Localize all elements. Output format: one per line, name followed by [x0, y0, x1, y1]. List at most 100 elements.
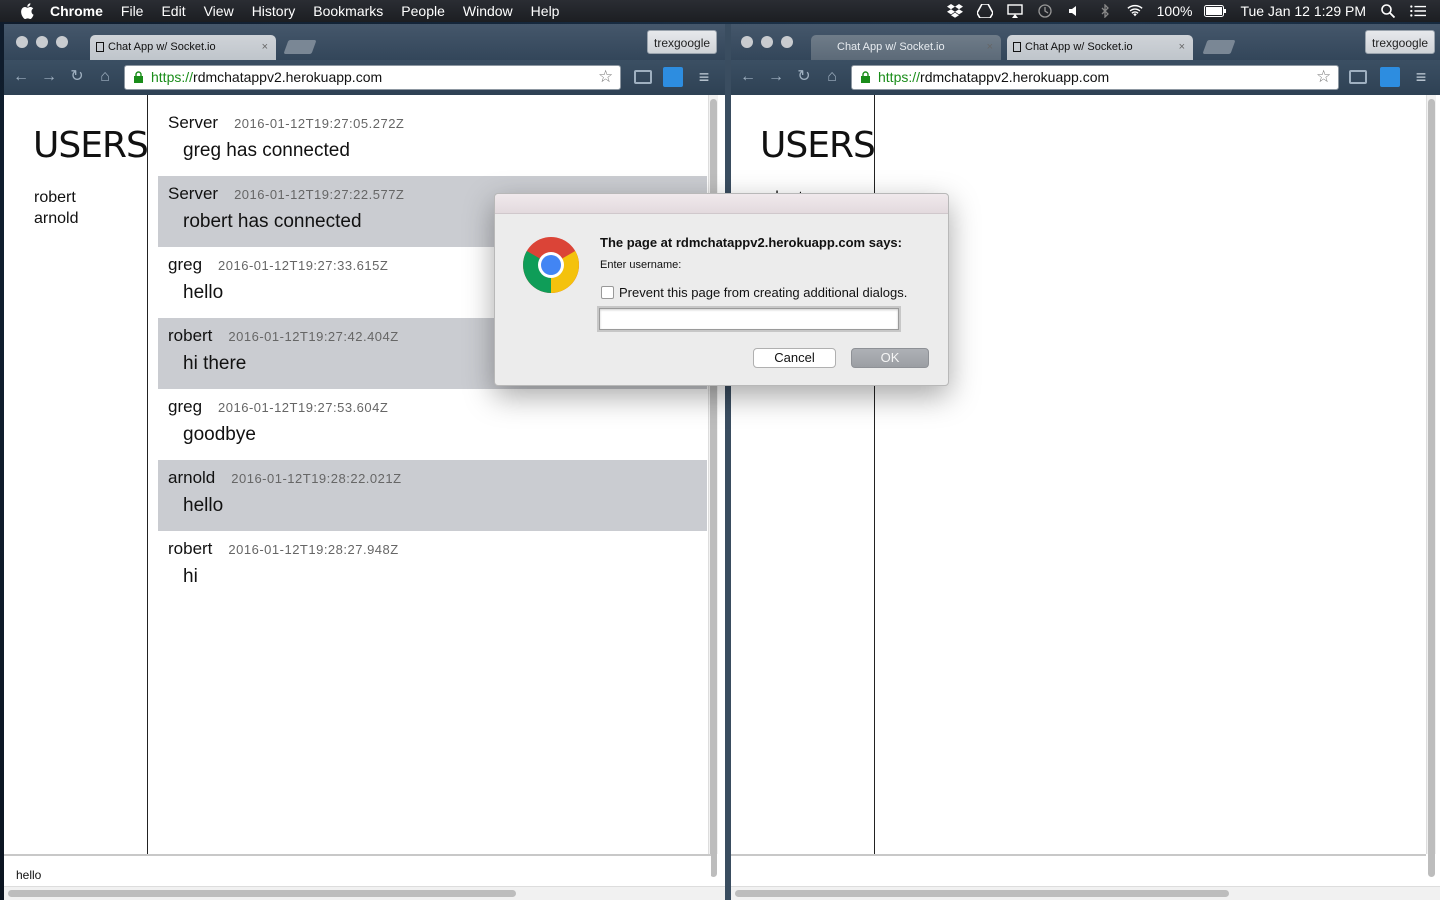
message-user: robert: [168, 326, 213, 345]
apple-icon[interactable]: [18, 2, 36, 20]
tab-chat-app[interactable]: Chat App w/ Socket.io ×: [1007, 35, 1193, 60]
address-bar[interactable]: https://rdmchatappv2.herokuapp.com ☆: [124, 65, 621, 90]
prompt-dialog: The page at rdmchatappv2.herokuapp.com s…: [494, 193, 949, 386]
tab-title: Chat App w/ Socket.io: [1025, 41, 1133, 53]
cancel-button[interactable]: Cancel: [753, 348, 836, 368]
message-text: hi: [183, 566, 198, 587]
chrome-menu-icon[interactable]: ≡: [1411, 67, 1431, 87]
message-timestamp: 2016-01-12T19:27:05.272Z: [234, 116, 405, 131]
back-arrow-icon[interactable]: ←: [739, 68, 757, 86]
message-timestamp: 2016-01-12T19:27:53.604Z: [218, 400, 389, 415]
username-input[interactable]: [597, 306, 901, 332]
menu-edit[interactable]: Edit: [161, 3, 185, 19]
ok-button[interactable]: OK: [851, 348, 929, 368]
message-item: robert 2016-01-12T19:28:27.948Z hi: [158, 531, 707, 602]
tab-strip: Chat App w/ Socket.io × trexgoogle: [4, 24, 725, 60]
message-user: arnold: [168, 468, 216, 487]
message-text: greg has connected: [183, 140, 350, 161]
message-user: Server: [168, 184, 219, 203]
forward-arrow-icon[interactable]: →: [767, 68, 785, 86]
browser-window-right: Chat App w/ Socket.io × Chat App w/ Sock…: [731, 24, 1440, 900]
bluetooth-icon[interactable]: [1097, 4, 1113, 18]
user-list-item: robert: [34, 189, 76, 206]
message-input[interactable]: hello: [4, 854, 711, 886]
menu-bar: Chrome File Edit View History Bookmarks …: [0, 0, 1440, 22]
google-drive-icon[interactable]: [976, 4, 993, 18]
new-tab-button[interactable]: [283, 40, 317, 54]
vertical-scrollbar[interactable]: [1426, 95, 1436, 877]
airplay-icon[interactable]: [1006, 4, 1023, 18]
menu-help[interactable]: Help: [531, 3, 560, 19]
tab-close-icon[interactable]: ×: [262, 35, 268, 60]
message-timestamp: 2016-01-12T19:27:22.577Z: [234, 187, 405, 202]
tab-chat-app[interactable]: Chat App w/ Socket.io ×: [90, 35, 276, 60]
profile-button[interactable]: trexgoogle: [1365, 30, 1436, 54]
horizontal-scrollbar[interactable]: [4, 886, 725, 900]
url-scheme: https://: [151, 69, 194, 85]
tab-title: Chat App w/ Socket.io: [108, 41, 216, 53]
menu-view[interactable]: View: [204, 3, 234, 19]
chrome-logo-icon: [523, 237, 579, 293]
message-user: Server: [168, 113, 219, 132]
zoom-window-button[interactable]: [781, 36, 793, 48]
user-list-item: arnold: [34, 210, 79, 227]
prevent-dialogs-checkbox[interactable]: [601, 286, 614, 299]
tab-close-icon[interactable]: ×: [987, 35, 993, 60]
forward-arrow-icon[interactable]: →: [40, 68, 58, 86]
menu-people[interactable]: People: [401, 3, 445, 19]
url-host: rdmchatappv2.herokuapp.com: [193, 69, 383, 85]
message-item: Server 2016-01-12T19:27:05.272Z greg has …: [158, 105, 707, 176]
menu-app-chrome[interactable]: Chrome: [50, 3, 103, 19]
dialog-titlebar: [495, 194, 948, 214]
zoom-window-button[interactable]: [56, 36, 68, 48]
horizontal-scrollbar[interactable]: [731, 886, 1440, 900]
message-timestamp: 2016-01-12T19:27:42.404Z: [228, 329, 399, 344]
users-heading: USERS: [33, 125, 149, 166]
bookmark-star-icon[interactable]: ☆: [1316, 68, 1334, 86]
dropbox-icon[interactable]: [946, 4, 963, 18]
new-tab-button[interactable]: [1202, 40, 1236, 54]
time-machine-icon[interactable]: [1037, 4, 1053, 18]
wifi-icon[interactable]: [1127, 4, 1143, 18]
tab-close-icon[interactable]: ×: [1179, 35, 1185, 60]
bookmark-star-icon[interactable]: ☆: [598, 68, 616, 86]
clock[interactable]: Tue Jan 12 1:29 PM: [1240, 3, 1366, 19]
profile-button[interactable]: trexgoogle: [647, 30, 718, 54]
menu-file[interactable]: File: [121, 3, 144, 19]
chrome-menu-icon[interactable]: ≡: [694, 67, 714, 87]
message-user: greg: [168, 397, 203, 416]
message-item: greg 2016-01-12T19:27:53.604Z goodbye: [158, 389, 707, 460]
menu-window[interactable]: Window: [463, 3, 513, 19]
spotlight-search-icon[interactable]: [1380, 4, 1396, 18]
extension-icon[interactable]: [1380, 67, 1400, 87]
url-scheme: https://: [878, 69, 921, 85]
home-icon[interactable]: ⌂: [823, 68, 841, 86]
minimize-window-button[interactable]: [761, 36, 773, 48]
back-arrow-icon[interactable]: ←: [12, 68, 30, 86]
message-text: goodbye: [183, 424, 256, 445]
browser-window-left: Chat App w/ Socket.io × trexgoogle ← → ↻…: [4, 24, 725, 900]
url-host: rdmchatappv2.herokuapp.com: [920, 69, 1110, 85]
close-window-button[interactable]: [741, 36, 753, 48]
reload-icon[interactable]: ↻: [68, 68, 86, 86]
prevent-dialogs-label[interactable]: Prevent this page from creating addition…: [619, 285, 907, 300]
message-input[interactable]: [731, 854, 1426, 886]
cast-icon[interactable]: [1349, 70, 1367, 84]
minimize-window-button[interactable]: [36, 36, 48, 48]
menu-history[interactable]: History: [252, 3, 296, 19]
address-bar[interactable]: https://rdmchatappv2.herokuapp.com ☆: [851, 65, 1339, 90]
notification-center-icon[interactable]: [1410, 4, 1426, 18]
cast-icon[interactable]: [634, 70, 652, 84]
tab-chat-app-inactive[interactable]: Chat App w/ Socket.io ×: [811, 35, 1001, 60]
close-window-button[interactable]: [16, 36, 28, 48]
menu-bookmarks[interactable]: Bookmarks: [313, 3, 383, 19]
lock-icon: [861, 71, 870, 83]
volume-icon[interactable]: [1067, 4, 1083, 18]
toolbar: ← → ↻ ⌂ https://rdmchatappv2.herokuapp.c…: [731, 60, 1440, 95]
lock-icon: [134, 71, 143, 83]
home-icon[interactable]: ⌂: [96, 68, 114, 86]
battery-icon[interactable]: [1204, 4, 1227, 18]
extension-icon[interactable]: [663, 67, 683, 87]
message-timestamp: 2016-01-12T19:28:27.948Z: [228, 542, 399, 557]
reload-icon[interactable]: ↻: [795, 68, 813, 86]
